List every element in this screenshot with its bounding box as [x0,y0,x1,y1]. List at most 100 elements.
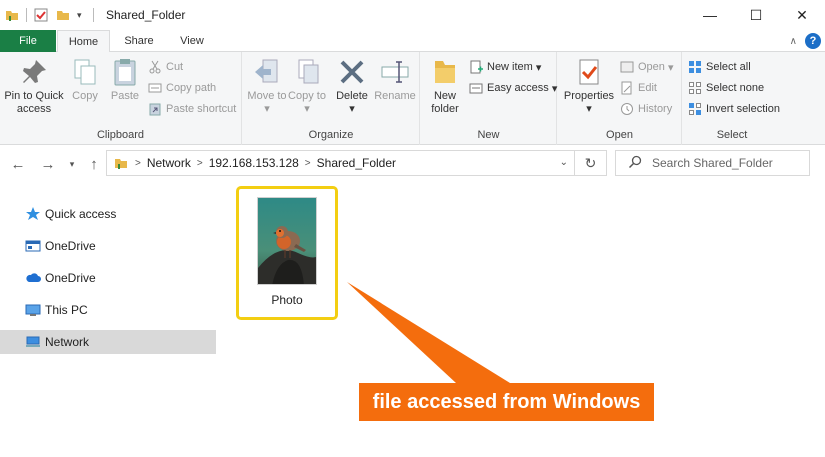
ribbon-tab-controls: ∧ ? [790,33,821,49]
select-all-button[interactable]: Select all [688,58,751,76]
paste-button[interactable]: Paste [106,56,144,103]
open-group-label: Open [606,129,633,141]
network-icon [25,334,41,350]
scissors-icon [148,60,162,74]
new-folder-icon[interactable] [55,7,71,23]
tab-file[interactable]: File [0,30,56,52]
organize-group: Move to ▾ Copy to ▾ Delete ▾ Rename Organiz… [243,52,420,145]
move-to-dropdown-icon: ▾ [264,103,270,115]
new-item-icon [469,60,483,74]
window-controls: — ☐ ✕ [687,0,825,30]
customize-dropdown-icon[interactable]: ▾ [77,7,87,23]
copy-icon [69,56,101,88]
address-dropdown-icon[interactable]: ⌄ [560,157,568,168]
breadcrumb-network[interactable]: Network [147,156,191,170]
cloud-icon [25,270,41,286]
rename-button[interactable]: Rename [373,56,417,103]
easy-access-button[interactable]: Easy access ▾ [469,79,557,97]
select-all-icon [688,60,702,74]
navigation-bar: ← → ▾ ↑ > Network > 192.168.153.128 > Sh… [0,146,825,182]
clipboard-group-label: Clipboard [96,129,145,141]
paste-shortcut-button[interactable]: Paste shortcut [148,100,236,118]
refresh-icon[interactable]: ↻ [574,151,606,175]
cut-button[interactable]: Cut [148,58,183,76]
new-group-label: New [477,129,500,141]
folder-app-icon [4,7,20,23]
delete-x-icon [336,56,368,88]
copy-to-dropdown-icon: ▾ [304,103,310,115]
copy-path-icon [148,81,162,95]
select-group: Select all Select none Invert selection … [683,52,781,145]
copy-button[interactable]: Copy [66,56,104,103]
tab-view[interactable]: View [166,30,218,52]
move-to-button[interactable]: Move to ▾ [247,56,287,116]
minimize-button[interactable]: — [687,0,733,30]
callout-label: file accessed from Windows [359,383,654,421]
toolbar-separator [93,8,94,22]
breadcrumb-separator[interactable]: > [135,158,141,169]
new-item-button[interactable]: New item ▾ [469,58,541,76]
breadcrumb-host[interactable]: 192.168.153.128 [209,156,299,170]
ribbon: Pin to Quick access Copy Paste Cut Copy … [0,52,825,145]
clipboard-icon [109,56,141,88]
star-icon [25,206,41,222]
new-group: New folder New item ▾ Easy access ▾ New [421,52,557,145]
sidebar-item-onedrive-personal[interactable]: OneDrive [0,234,216,258]
delete-button[interactable]: Delete ▾ [333,56,371,116]
rename-icon [379,56,411,88]
invert-selection-icon [688,102,702,116]
easy-access-dropdown-icon: ▾ [551,82,558,95]
ribbon-tabs: File Home Share View ∧ ? [0,30,825,53]
properties-check-icon[interactable] [33,7,49,23]
edit-icon [620,81,634,95]
navigation-pane: Quick access OneDrive OneDrive This PC N… [0,192,216,457]
copy-path-button[interactable]: Copy path [148,79,216,97]
file-name-label: Photo [271,293,303,307]
tab-share[interactable]: Share [113,30,165,52]
window-title: Shared_Folder [106,8,186,22]
copy-to-button[interactable]: Copy to ▾ [287,56,327,116]
invert-selection-button[interactable]: Invert selection [688,100,780,118]
maximize-button[interactable]: ☐ [733,0,779,30]
open-button[interactable]: Open ▾ [620,58,674,76]
paste-shortcut-icon [148,102,162,116]
search-icon [628,155,642,172]
file-item-photo[interactable]: Photo [236,186,338,320]
sidebar-item-onedrive[interactable]: OneDrive [0,266,216,290]
sidebar-item-this-pc[interactable]: This PC [0,298,216,322]
properties-button[interactable]: Properties ▾ [562,56,616,116]
properties-dropdown-icon: ▾ [586,103,592,115]
quick-access-toolbar: ▾ [0,0,100,30]
back-arrow-icon[interactable]: ← [8,154,28,174]
breadcrumb-separator[interactable]: > [197,158,203,169]
history-icon [620,102,634,116]
up-arrow-icon[interactable]: ↑ [84,154,104,174]
close-button[interactable]: ✕ [779,0,825,30]
edit-button[interactable]: Edit [620,79,657,97]
toolbar-separator [26,8,27,22]
breadcrumb-separator[interactable]: > [305,158,311,169]
breadcrumb-shared-folder[interactable]: Shared_Folder [317,156,396,170]
address-bar[interactable]: > Network > 192.168.153.128 > Shared_Fol… [106,150,607,176]
title-bar: ▾ Shared_Folder — ☐ ✕ [0,0,825,30]
open-icon [620,60,634,74]
collapse-ribbon-icon[interactable]: ∧ [790,36,797,47]
copy-to-icon [291,56,323,88]
computer-icon [25,302,41,318]
select-none-button[interactable]: Select none [688,79,764,97]
recent-locations-dropdown-icon[interactable]: ▾ [62,154,82,174]
forward-arrow-icon[interactable]: → [38,154,58,174]
help-icon[interactable]: ? [805,33,821,49]
photo-thumbnail [257,197,317,285]
pin-to-quick-access-button[interactable]: Pin to Quick access [3,56,65,116]
new-folder-button[interactable]: New folder [425,56,465,116]
search-box[interactable]: Search Shared_Folder [615,150,810,176]
pin-icon [18,56,50,88]
network-location-icon [113,155,129,171]
delete-dropdown-icon: ▾ [349,103,355,115]
sidebar-item-quick-access[interactable]: Quick access [0,202,216,226]
sidebar-item-network[interactable]: Network [0,330,216,354]
history-button[interactable]: History [620,100,672,118]
tab-home[interactable]: Home [57,30,110,53]
open-dropdown-icon: ▾ [667,61,674,74]
